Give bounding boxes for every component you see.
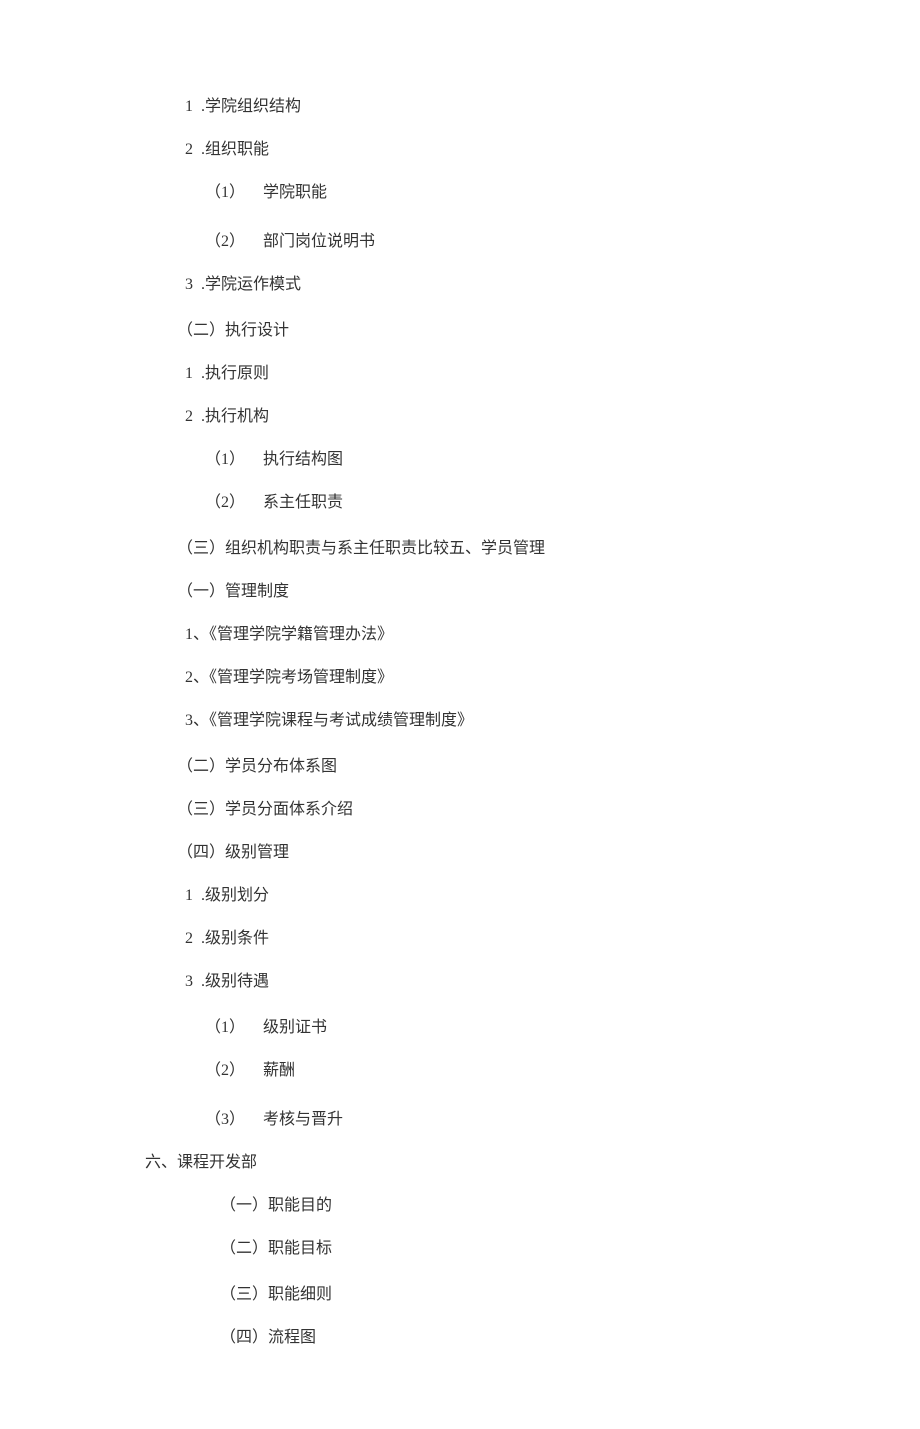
- item-text: .学院组织结构: [201, 98, 301, 115]
- item-number: 2: [185, 927, 193, 951]
- outline-section: （二）执行设计: [177, 319, 780, 343]
- item-text: .执行机构: [201, 408, 269, 425]
- item-text: 学院职能: [263, 184, 327, 201]
- item-text: .级别条件: [201, 930, 269, 947]
- section-text: （四）级别管理: [177, 844, 289, 861]
- outline-item: 1 .执行原则: [185, 362, 780, 386]
- heading-text: 六、课程开发部: [145, 1154, 257, 1171]
- item-text: 1、《管理学院学籍管理办法》: [185, 626, 393, 643]
- section-text: （二）职能目标: [220, 1240, 332, 1257]
- item-text: .执行原则: [201, 365, 269, 382]
- item-number: （3）: [205, 1111, 245, 1128]
- outline-sub-item: （2） 部门岗位说明书: [205, 230, 780, 254]
- item-text: .学院运作模式: [201, 276, 301, 293]
- outline-sub-item: （2） 系主任职责: [205, 491, 780, 515]
- item-text: 2、《管理学院考场管理制度》: [185, 669, 393, 686]
- outline-sub-item: （1） 执行结构图: [205, 448, 780, 472]
- item-number: （2）: [205, 494, 245, 511]
- outline-section: （三）学员分面体系介绍: [177, 798, 780, 822]
- item-text: 考核与晋升: [263, 1111, 343, 1128]
- outline-section: （三）职能细则: [220, 1283, 780, 1307]
- item-number: 1: [185, 362, 193, 386]
- item-text: 系主任职责: [263, 494, 343, 511]
- outline-item: 1、《管理学院学籍管理办法》: [185, 623, 780, 647]
- outline-sub-item: （2） 薪酬: [205, 1059, 780, 1083]
- outline-section: （四）流程图: [220, 1326, 780, 1350]
- item-text: .级别待遇: [201, 973, 269, 990]
- item-text: 3、《管理学院课程与考试成绩管理制度》: [185, 712, 473, 729]
- item-number: 3: [185, 273, 193, 297]
- outline-section: （一）管理制度: [177, 580, 780, 604]
- section-text: （二）学员分布体系图: [177, 758, 337, 775]
- section-text: （四）流程图: [220, 1329, 316, 1346]
- item-number: 3: [185, 970, 193, 994]
- item-text: 执行结构图: [263, 451, 343, 468]
- item-number: （1）: [205, 1019, 245, 1036]
- outline-item: 2 .组织职能: [185, 138, 780, 162]
- document-page: 1 .学院组织结构 2 .组织职能 （1） 学院职能 （2） 部门岗位说明书 3 .学院运…: [0, 0, 920, 1429]
- section-text: （一）管理制度: [177, 583, 289, 600]
- outline-item: 3 .学院运作模式: [185, 273, 780, 297]
- outline-item: 2、《管理学院考场管理制度》: [185, 666, 780, 690]
- outline-heading: 六、课程开发部: [145, 1151, 780, 1175]
- item-number: 1: [185, 884, 193, 908]
- section-text: （一）职能目的: [220, 1197, 332, 1214]
- outline-section: （四）级别管理: [177, 841, 780, 865]
- outline-section: （一）职能目的: [220, 1194, 780, 1218]
- item-text: .级别划分: [201, 887, 269, 904]
- item-number: （1）: [205, 184, 245, 201]
- item-text: 部门岗位说明书: [263, 233, 375, 250]
- outline-section: （三）组织机构职责与系主任职责比较五、学员管理: [177, 537, 780, 561]
- item-number: 2: [185, 138, 193, 162]
- item-text: 级别证书: [263, 1019, 327, 1036]
- item-number: 2: [185, 405, 193, 429]
- item-text: 薪酬: [263, 1062, 295, 1079]
- outline-item: 3、《管理学院课程与考试成绩管理制度》: [185, 709, 780, 733]
- item-number: （2）: [205, 1062, 245, 1079]
- outline-sub-item: （3） 考核与晋升: [205, 1108, 780, 1132]
- outline-item: 1 .级别划分: [185, 884, 780, 908]
- outline-item: 2 .级别条件: [185, 927, 780, 951]
- outline-item: 2 .执行机构: [185, 405, 780, 429]
- outline-item: 1 .学院组织结构: [185, 95, 780, 119]
- outline-item: 3 .级别待遇: [185, 970, 780, 994]
- item-number: （2）: [205, 233, 245, 250]
- section-text: （二）执行设计: [177, 322, 289, 339]
- item-number: （1）: [205, 451, 245, 468]
- outline-section: （二）学员分布体系图: [177, 755, 780, 779]
- section-text: （三）学员分面体系介绍: [177, 801, 353, 818]
- outline-section: （二）职能目标: [220, 1237, 780, 1261]
- outline-sub-item: （1） 级别证书: [205, 1016, 780, 1040]
- section-text: （三）职能细则: [220, 1286, 332, 1303]
- item-text: .组织职能: [201, 141, 269, 158]
- outline-sub-item: （1） 学院职能: [205, 181, 780, 205]
- item-number: 1: [185, 95, 193, 119]
- section-text: （三）组织机构职责与系主任职责比较五、学员管理: [177, 540, 545, 557]
